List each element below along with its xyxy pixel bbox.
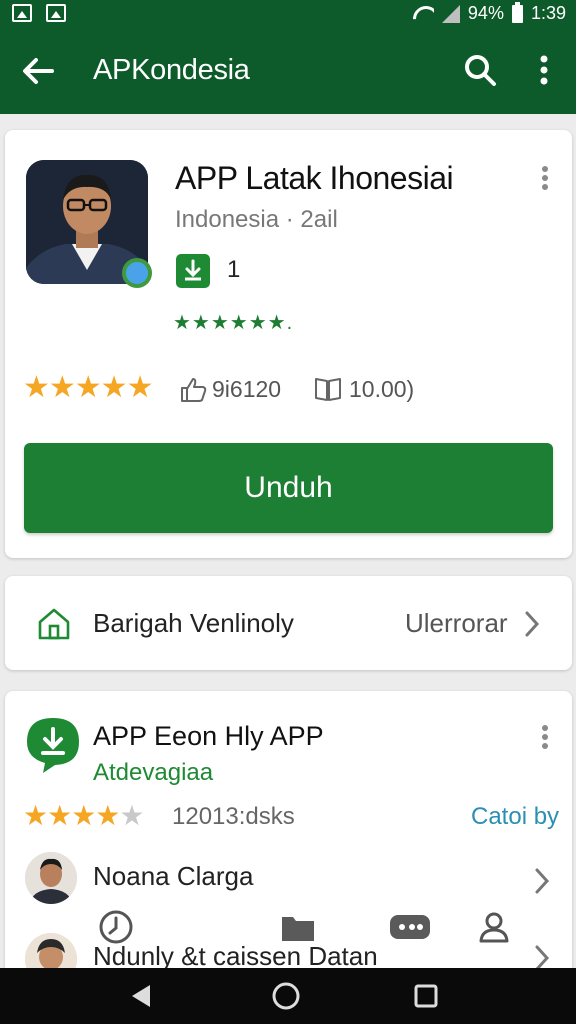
thumbs-up-icon	[181, 378, 207, 402]
related-app-developer[interactable]: Atdevagiaa	[93, 759, 213, 787]
empty-star: ★	[119, 800, 144, 831]
account-icon[interactable]	[474, 907, 514, 947]
gallery-notification-icon	[46, 4, 66, 22]
nav-recents-icon[interactable]	[413, 983, 439, 1009]
related-category-link[interactable]: Catoi by	[471, 803, 559, 831]
person-avatar	[25, 852, 77, 904]
category-row[interactable]: Barigah Venlinoly Ulerrorar	[5, 576, 572, 670]
reviews-count: 10.00)	[349, 375, 415, 402]
app-bar-title: APKondesia	[93, 54, 250, 86]
system-nav-bar	[0, 968, 576, 1024]
related-rating-stars: ★★★★★	[23, 799, 145, 832]
folder-icon[interactable]	[278, 907, 318, 947]
app-title: APP Latak Ihonesiai	[175, 160, 454, 196]
book-icon	[315, 378, 341, 401]
app-details-card: APP Latak Ihonesiai Indonesia · 2ail 1 ★…	[5, 130, 572, 558]
clock: 1:39	[530, 3, 566, 23]
chevron-right-icon	[522, 609, 542, 639]
person-name[interactable]: Noana Clarga	[93, 861, 253, 892]
category-value: Ulerrorar	[405, 608, 508, 638]
filled-stars: ★★★★	[23, 800, 120, 831]
chevron-right-icon	[532, 866, 552, 896]
install-button[interactable]: Unduh	[24, 443, 553, 533]
category-label: Barigah Venlinoly	[93, 608, 294, 638]
signal-icon	[441, 4, 460, 23]
battery-icon	[511, 1, 523, 23]
download-count: 1	[227, 256, 241, 283]
download-icon	[176, 254, 210, 288]
verified-badge-icon	[122, 258, 152, 288]
likes-count: 9i6120	[212, 375, 282, 402]
status-bar: 94% 1:39	[0, 0, 576, 28]
image-notification-icon	[12, 4, 32, 22]
related-app-title[interactable]: APP Eeon Hly APP	[93, 721, 324, 752]
wifi-icon	[412, 6, 434, 22]
mini-rating-stars: ★★★★★★.	[173, 312, 294, 334]
more-options-icon[interactable]	[528, 52, 560, 88]
battery-percent: 94%	[467, 3, 504, 23]
likes-stat: 9i6120	[178, 374, 281, 404]
related-reviews-count: 12013:dsks	[172, 803, 295, 830]
nav-back-icon[interactable]	[128, 983, 154, 1009]
app-bar: APKondesia	[0, 28, 576, 114]
reviews-stat: 10.00)	[313, 374, 414, 404]
history-icon[interactable]	[96, 907, 136, 947]
home-icon	[36, 606, 72, 642]
app-subtitle: Indonesia · 2ail	[175, 206, 338, 233]
rating-stars: ★★★★★	[23, 371, 153, 404]
back-arrow-icon[interactable]	[20, 53, 56, 89]
app-download-bubble-icon[interactable]	[25, 716, 81, 774]
gamepad-icon[interactable]	[388, 907, 430, 947]
search-icon[interactable]	[462, 52, 498, 88]
related-app-more-icon[interactable]	[535, 723, 555, 751]
app-more-icon[interactable]	[535, 164, 555, 192]
nav-home-icon[interactable]	[270, 980, 302, 1012]
